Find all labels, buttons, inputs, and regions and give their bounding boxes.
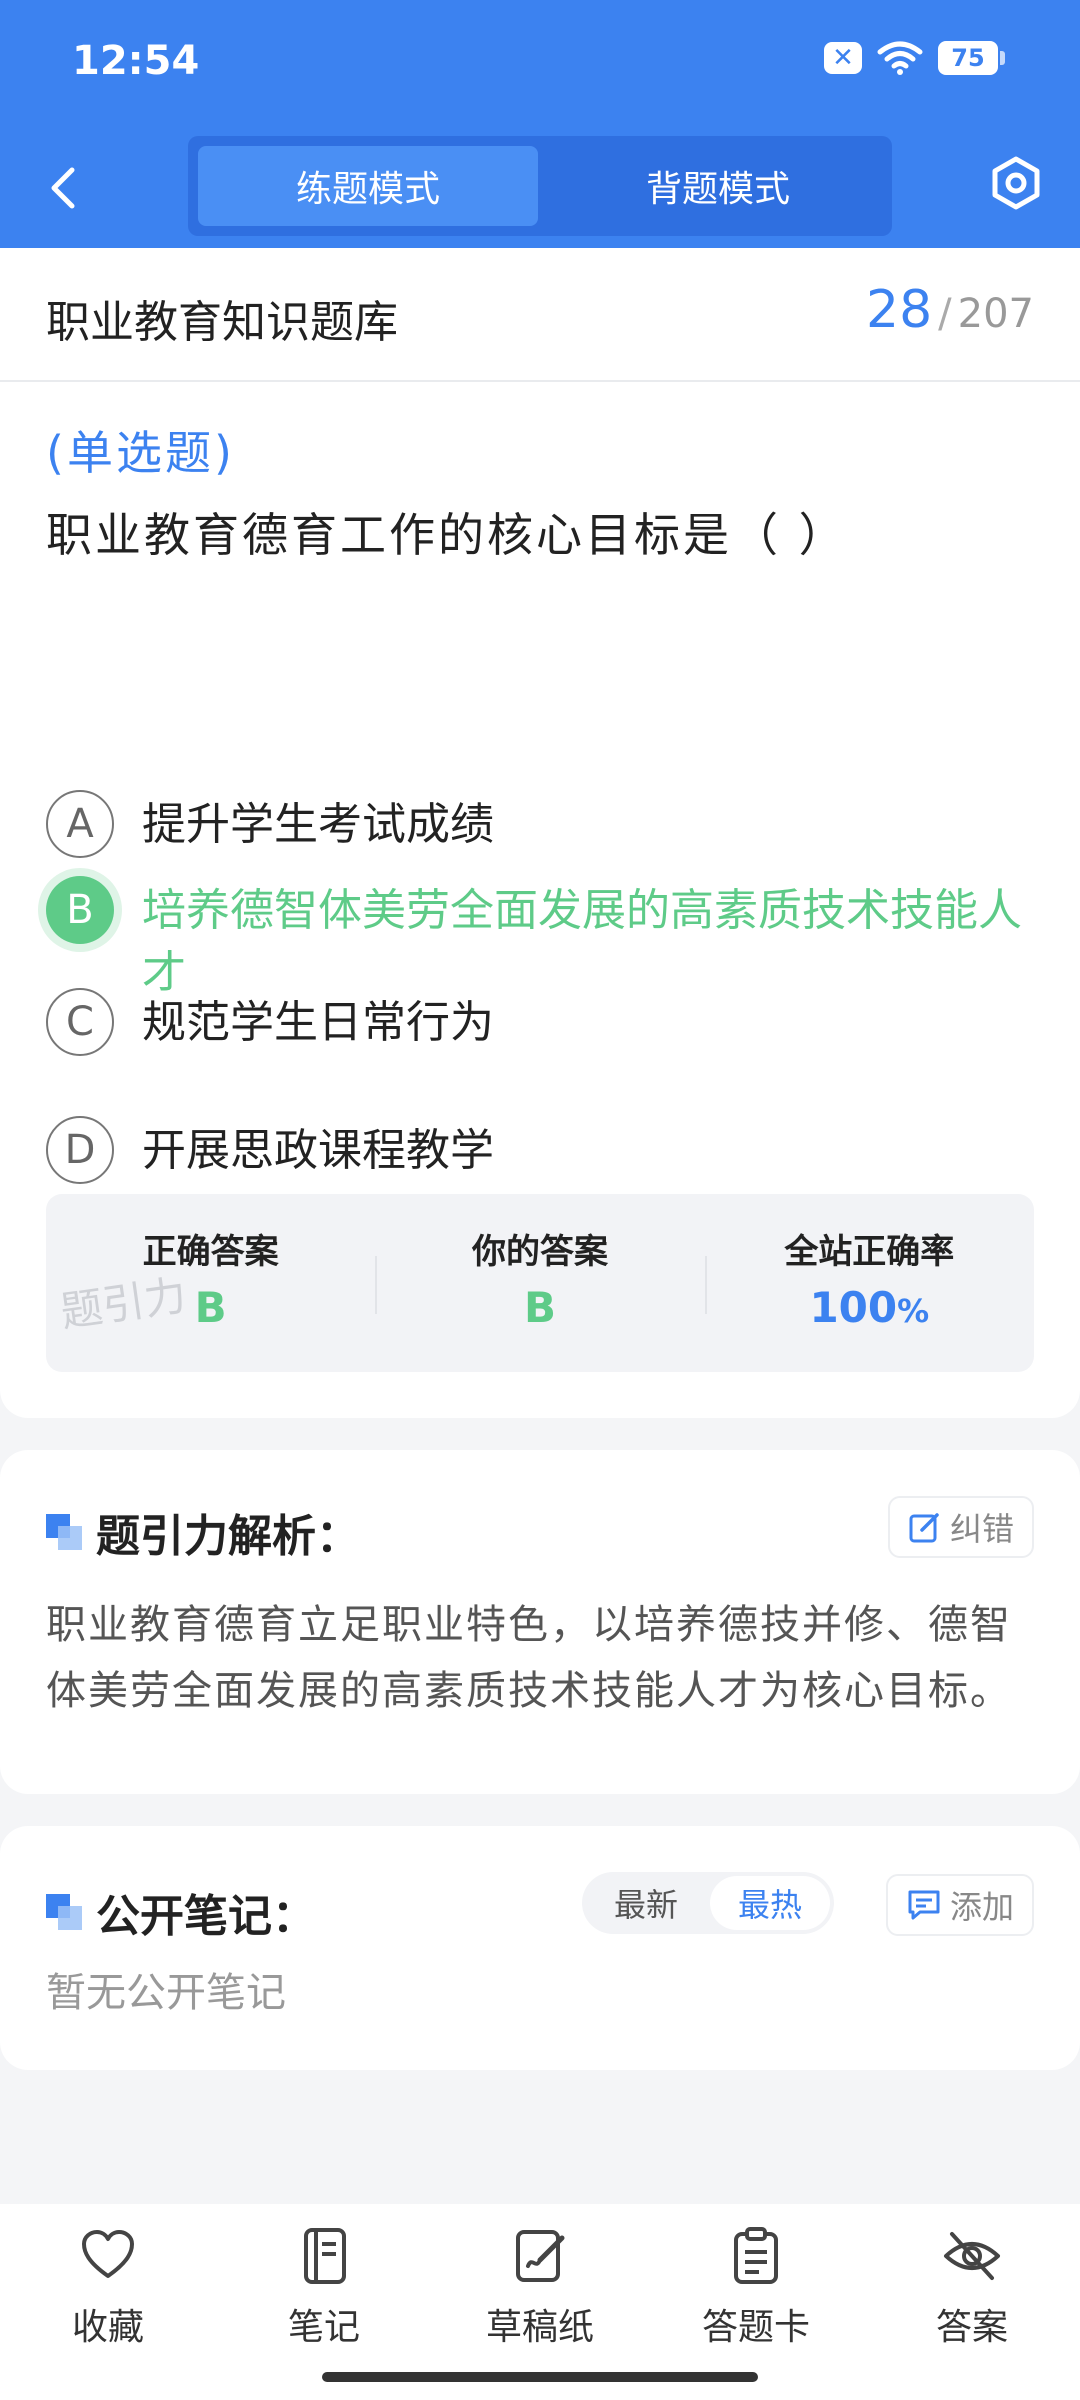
nav-label: 答题卡 [701,2307,810,2348]
option-text: 提升学生考试成绩 [142,799,494,850]
notes-sort-toggle: 最新 最热 [582,1872,834,1934]
report-error-button[interactable]: 纠错 [887,1496,1034,1558]
question-bank-title: 职业教育知识题库 [46,297,398,348]
question-progress[interactable]: 28/207 [866,280,1034,340]
edit-icon [909,1513,939,1543]
battery-icon: 75 [938,41,1005,75]
add-note-label: 添加 [949,1888,1014,1926]
option-b[interactable]: B 培养德智体美劳全面发展的高素质技术技能人才 [46,876,1036,1004]
site-accuracy-label: 全站正确率 [784,1232,955,1272]
bottom-nav: 收藏 笔记 草稿纸 答题卡 答案 [0,2204,1080,2400]
report-error-label: 纠错 [949,1510,1014,1548]
top-header: 12:54 ✕ 75 练题模式 背题模式 [0,0,1080,248]
home-indicator [322,2372,758,2382]
option-d[interactable]: D 开展思政课程教学 [46,1116,1036,1184]
section-squares-icon [46,1894,82,1930]
nav-label: 答案 [935,2307,1008,2348]
answer-sheet-icon [734,2227,778,2284]
draft-icon [516,2230,565,2282]
notes-card: 公开笔记： 最新 最热 添加 暂无公开笔记 [0,1826,1080,2070]
option-letter: C [46,988,114,1056]
total-questions: 207 [957,291,1034,337]
option-text: 规范学生日常行为 [142,997,494,1048]
your-answer-value: B [523,1283,556,1332]
correct-answer-label: 正确答案 [142,1232,279,1272]
option-c[interactable]: C 规范学生日常行为 [46,988,1036,1056]
add-note-button[interactable]: 添加 [885,1874,1034,1936]
notes-empty-text: 暂无公开笔记 [46,1970,286,2016]
option-text: 培养德智体美劳全面发展的高素质技术技能人才 [142,885,1022,998]
option-letter: B [46,876,114,944]
notebook-icon [304,2228,346,2284]
nav-label: 收藏 [71,2307,144,2348]
mode-toggle: 练题模式 背题模式 [188,136,892,236]
question-stem: 职业教育德育工作的核心目标是（ ） [46,508,848,562]
analysis-header: 题引力解析： [46,1500,360,1564]
nav-label: 草稿纸 [485,2307,594,2348]
site-accuracy-stat: 全站正确率 100% [704,1194,1034,1372]
eye-off-icon [944,2232,1000,2280]
site-accuracy-value: 100% [809,1283,930,1332]
section-squares-icon [46,1514,82,1550]
option-a[interactable]: A 提升学生考试成绩 [46,790,1036,858]
answer-stats: 正确答案 B 你的答案 B 全站正确率 100% [46,1194,1034,1372]
status-icons: ✕ 75 [824,40,1005,76]
nav-label: 笔记 [287,2307,360,2348]
title-bar: 职业教育知识题库 28/207 [0,248,1080,382]
notes-title: 公开笔记： [96,1891,316,1942]
question-text-block: (单选题) 职业教育德育工作的核心目标是（ ） [46,412,1036,576]
analysis-card: 题引力解析： 纠错 职业教育德育立足职业特色，以培养德技并修、德智体美劳全面发展… [0,1450,1080,1794]
nav-answer[interactable]: 答案 [864,2204,1080,2400]
tab-practice-mode[interactable]: 练题模式 [198,146,538,226]
nav-notes[interactable]: 笔记 [216,2204,432,2400]
question-type: (单选题) [46,426,235,480]
chevron-left-icon [51,167,75,209]
sort-hot[interactable]: 最热 [710,1876,830,1930]
back-button[interactable] [40,152,90,222]
wifi-icon [877,41,923,75]
nav-draft[interactable]: 草稿纸 [432,2204,648,2400]
heart-icon [82,2230,134,2278]
comment-icon [908,1890,940,1920]
nav-answer-sheet[interactable]: 答题卡 [648,2204,864,2400]
nav-favorite[interactable]: 收藏 [0,2204,216,2400]
option-text: 开展思政课程教学 [142,1125,494,1176]
tab-recite-mode[interactable]: 背题模式 [548,146,888,226]
your-answer-label: 你的答案 [471,1232,608,1272]
no-sim-icon: ✕ [824,42,862,74]
status-time: 12:54 [72,38,200,84]
notes-header: 公开笔记： [46,1880,316,1944]
your-answer-stat: 你的答案 B [375,1194,704,1372]
option-letter: D [46,1116,114,1184]
sort-latest[interactable]: 最新 [586,1876,706,1930]
analysis-title: 题引力解析： [96,1511,360,1562]
analysis-text: 职业教育德育立足职业特色，以培养德技并修、德智体美劳全面发展的高素质技术技能人才… [46,1602,1012,1714]
current-question-number: 28 [865,280,933,340]
option-letter: A [46,790,114,858]
gear-icon [992,156,1040,210]
settings-button[interactable] [988,155,1044,211]
